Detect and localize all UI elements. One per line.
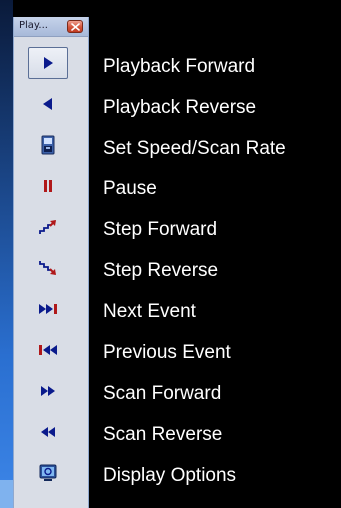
title-bar[interactable]: Play... xyxy=(14,17,88,37)
pause-button[interactable] xyxy=(28,170,68,202)
playback-toolbar-window: Play... xyxy=(13,17,89,508)
window-title: Play... xyxy=(19,20,48,31)
label-display-options: Display Options xyxy=(103,465,237,486)
label-step-forward: Step Forward xyxy=(103,219,218,240)
close-icon xyxy=(71,23,80,31)
label-set-speed-scan-rate: Set Speed/Scan Rate xyxy=(103,138,286,159)
label-playback-forward: Playback Forward xyxy=(103,56,256,77)
scan-reverse-icon xyxy=(41,427,55,437)
scan-forward-icon xyxy=(41,386,55,396)
background-edge-patch xyxy=(0,480,13,508)
set-speed-scan-rate-button[interactable] xyxy=(28,129,68,161)
close-button[interactable] xyxy=(67,20,83,33)
play-forward-icon xyxy=(44,57,53,69)
play-reverse-icon xyxy=(43,98,52,110)
step-reverse-button[interactable] xyxy=(28,252,68,284)
previous-event-icon xyxy=(39,345,57,355)
display-options-button[interactable] xyxy=(28,457,68,489)
display-options-icon xyxy=(39,464,57,481)
playback-forward-button[interactable] xyxy=(28,47,68,79)
previous-event-button[interactable] xyxy=(28,334,68,366)
scan-forward-button[interactable] xyxy=(28,375,68,407)
label-next-event: Next Event xyxy=(103,301,196,322)
next-event-icon xyxy=(39,304,57,314)
label-pause: Pause xyxy=(103,178,157,199)
label-scan-forward: Scan Forward xyxy=(103,383,222,404)
step-forward-button[interactable] xyxy=(28,211,68,243)
background-edge xyxy=(0,0,13,508)
step-forward-icon xyxy=(39,220,56,234)
pause-icon xyxy=(44,180,52,192)
scan-reverse-button[interactable] xyxy=(28,416,68,448)
speed-rate-icon xyxy=(41,135,55,155)
next-event-button[interactable] xyxy=(28,293,68,325)
label-step-reverse: Step Reverse xyxy=(103,260,219,281)
label-scan-reverse: Scan Reverse xyxy=(103,424,223,445)
label-previous-event: Previous Event xyxy=(103,342,231,363)
playback-reverse-button[interactable] xyxy=(28,88,68,120)
step-reverse-icon xyxy=(39,261,56,275)
label-playback-reverse: Playback Reverse xyxy=(103,97,257,118)
